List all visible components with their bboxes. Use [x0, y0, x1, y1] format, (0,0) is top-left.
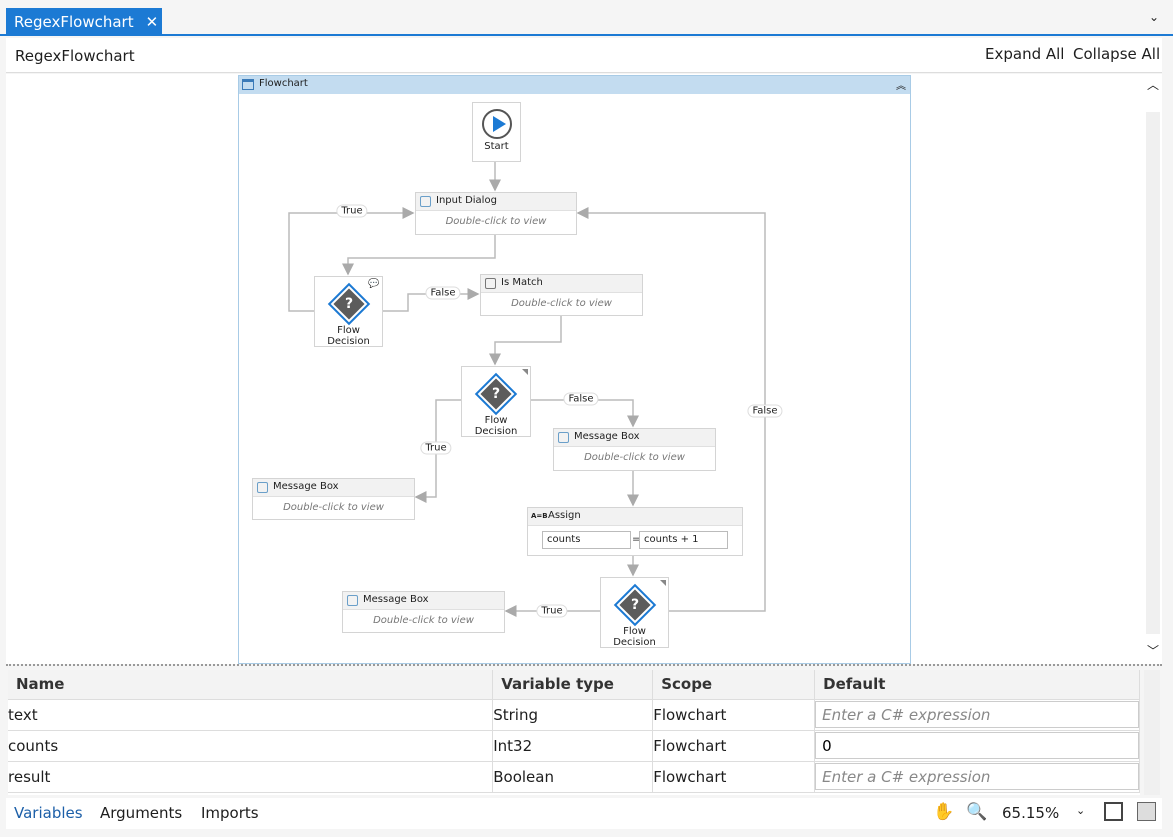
decision-icon: ?: [474, 372, 518, 416]
zoom-icon[interactable]: 🔍: [966, 802, 987, 822]
activity-title: Message Box: [273, 481, 339, 492]
variable-type[interactable]: String: [492, 698, 654, 731]
variable-scope[interactable]: Flowchart: [652, 698, 816, 731]
decision-label: Flow Decision: [327, 325, 370, 347]
flow-decision-2[interactable]: ? Flow Decision: [461, 366, 531, 437]
input-dialog-activity[interactable]: Input Dialog Double-click to view: [415, 192, 577, 235]
table-row: counts Int32 Flowchart: [8, 729, 1140, 762]
activity-title: Input Dialog: [436, 195, 497, 206]
message-box-icon: [558, 432, 569, 443]
default-input[interactable]: [815, 701, 1139, 728]
fit-to-screen-icon[interactable]: [1104, 802, 1123, 821]
activity-hint: Double-click to view: [511, 298, 612, 309]
zoom-level[interactable]: 65.15%: [1002, 804, 1059, 822]
activity-hint: Double-click to view: [445, 216, 547, 227]
variables-panel: Name Variable type Scope Default text St…: [8, 670, 1140, 795]
zoom-dropdown-icon[interactable]: ⌄: [1076, 804, 1085, 817]
edge-input-decision1: [342, 234, 496, 276]
decision-label: Flow Decision: [474, 415, 518, 437]
bottom-bar: Variables Arguments Imports ✋ 🔍 65.15% ⌄: [6, 798, 1162, 829]
variable-scope[interactable]: Flowchart: [652, 760, 816, 793]
annotation-icon[interactable]: 💬: [368, 279, 379, 289]
edge-ismatch-d2: [489, 315, 562, 366]
variable-name[interactable]: result: [8, 760, 494, 793]
variable-scope[interactable]: Flowchart: [652, 729, 816, 762]
edge-label-true: True: [420, 441, 452, 455]
tab-imports[interactable]: Imports: [201, 804, 259, 822]
activity-title: Message Box: [574, 431, 640, 442]
assign-to-field[interactable]: counts: [542, 531, 631, 549]
assign-value-field[interactable]: counts + 1: [639, 531, 728, 549]
tab-variables[interactable]: Variables: [14, 804, 83, 822]
decision-label: Flow Decision: [613, 626, 656, 648]
edge-label-false: False: [747, 404, 783, 418]
decision-icon: ?: [613, 583, 656, 627]
is-match-activity[interactable]: Is Match Double-click to view: [480, 274, 643, 316]
assign-icon: A=B: [531, 512, 548, 520]
column-header-default[interactable]: Default: [814, 670, 1140, 699]
message-box-activity[interactable]: Message Box Double-click to view: [342, 591, 505, 633]
panel-splitter[interactable]: [6, 664, 1162, 668]
activity-title: Is Match: [501, 277, 543, 288]
variable-type[interactable]: Int32: [492, 729, 654, 762]
table-row: result Boolean Flowchart: [8, 760, 1140, 793]
message-box-icon: [347, 595, 358, 606]
decision-icon: ?: [327, 282, 370, 326]
overview-icon[interactable]: [1137, 802, 1156, 821]
tab-arguments[interactable]: Arguments: [100, 804, 182, 822]
input-dialog-icon: [420, 196, 431, 207]
is-match-icon: [485, 278, 496, 289]
default-input[interactable]: [815, 763, 1139, 790]
variable-name[interactable]: text: [8, 698, 494, 731]
activity-title: Assign: [548, 510, 581, 521]
start-label: Start: [484, 141, 509, 152]
message-box-icon: [257, 482, 268, 493]
activity-hint: Double-click to view: [584, 452, 685, 463]
message-box-activity[interactable]: Message Box Double-click to view: [553, 428, 716, 471]
variables-scrollbar[interactable]: [1144, 670, 1160, 795]
default-input[interactable]: [815, 732, 1139, 759]
variable-type[interactable]: Boolean: [492, 760, 654, 793]
assign-activity[interactable]: A=B Assign counts = counts + 1: [527, 507, 743, 556]
column-header-type[interactable]: Variable type: [492, 670, 654, 699]
message-box-activity[interactable]: Message Box Double-click to view: [252, 478, 415, 520]
variable-name[interactable]: counts: [8, 729, 494, 762]
edge-label-true: True: [536, 604, 568, 618]
start-node[interactable]: Start: [472, 102, 521, 162]
column-header-scope[interactable]: Scope: [652, 670, 816, 699]
table-row: text String Flowchart: [8, 698, 1140, 731]
column-header-name[interactable]: Name: [8, 670, 494, 699]
edge-label-true: True: [336, 204, 368, 218]
activity-hint: Double-click to view: [373, 615, 474, 626]
edge-label-false: False: [425, 286, 461, 300]
activity-title: Message Box: [363, 594, 429, 605]
flow-decision-1[interactable]: 💬 ? Flow Decision: [314, 276, 383, 347]
flow-decision-3[interactable]: ? Flow Decision: [600, 577, 669, 648]
table-header: Name Variable type Scope Default: [8, 670, 1140, 699]
activity-hint: Double-click to view: [283, 502, 384, 513]
hand-pan-icon[interactable]: ✋: [933, 802, 954, 822]
edge-label-false: False: [563, 392, 599, 406]
play-icon: [481, 109, 512, 139]
